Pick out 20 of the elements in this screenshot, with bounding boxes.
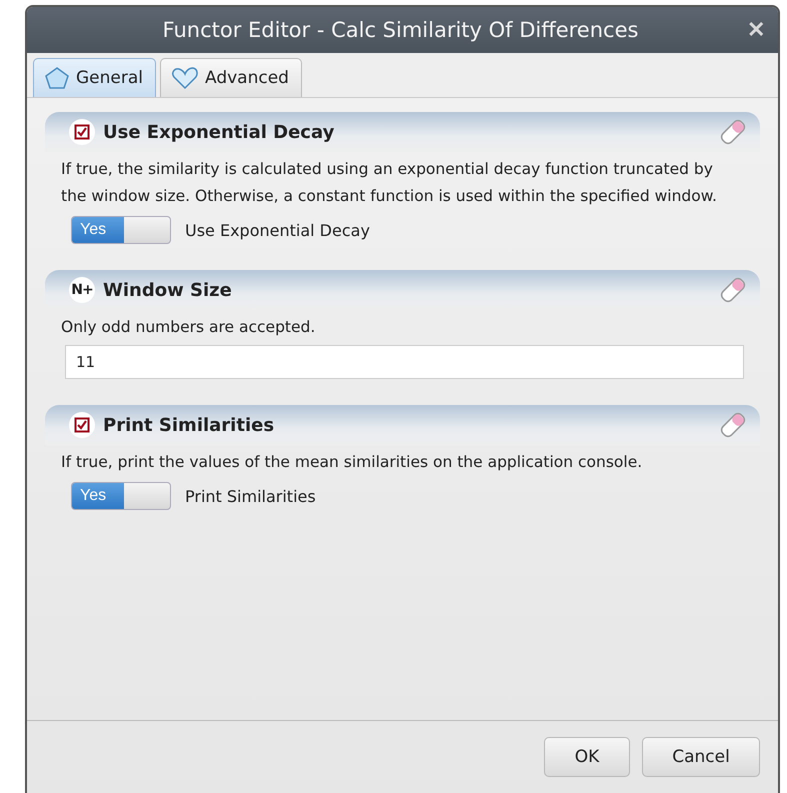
cancel-button[interactable]: Cancel xyxy=(642,737,760,777)
tab[interactable]: Advanced xyxy=(160,58,302,97)
heart-icon xyxy=(171,66,199,90)
section-title: Window Size xyxy=(103,280,233,300)
toggle-label: Print Similarities xyxy=(185,486,316,506)
description: If true, print the values of the mean similarities on the application console. xyxy=(61,452,644,473)
description: If true, the similarity is calculated using an exponential decay function truncated by the window size. Otherwise, a constant function is used within the specified window. xyxy=(61,159,718,207)
tab[interactable]: General xyxy=(33,58,156,97)
window-title: Functor Editor - Calc Similarity Of Differences xyxy=(162,18,640,42)
close-button[interactable]: ✕ xyxy=(734,17,778,43)
toggle-label: Use Exponential Decay xyxy=(185,220,370,240)
checkbox-icon xyxy=(69,119,95,145)
pentagon-icon xyxy=(44,66,70,90)
number-icon: N+ xyxy=(69,277,95,303)
ok-button[interactable]: OK xyxy=(544,737,630,777)
checkbox-icon xyxy=(69,412,95,438)
number-field[interactable]: 11 xyxy=(65,345,744,379)
description: Only odd numbers are accepted. xyxy=(61,317,316,338)
section-title: Print Similarities xyxy=(103,414,276,436)
section-title: Use Exponential Decay xyxy=(103,122,336,142)
